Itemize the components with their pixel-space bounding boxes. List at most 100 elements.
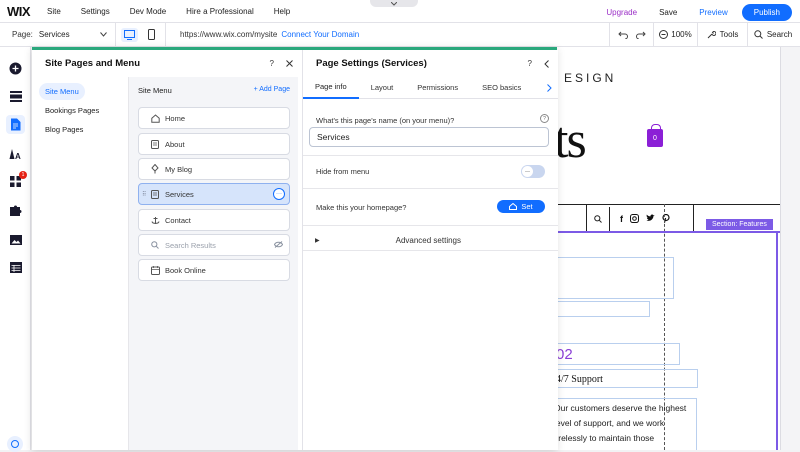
mobile-view-button[interactable] [143, 28, 160, 42]
nav-site-menu[interactable]: Site Menu [39, 83, 85, 100]
set-homepage-button[interactable]: Set [497, 200, 545, 213]
drag-handle-icon[interactable]: ⠿ [142, 191, 146, 198]
page-item-contact[interactable]: Contact [138, 209, 290, 231]
tools-label: Tools [719, 30, 739, 39]
help-button[interactable]: ? [270, 59, 274, 68]
site-menu-heading: Site Menu [138, 86, 172, 95]
page-item-about[interactable]: About [138, 133, 290, 155]
chevron-right-icon[interactable] [547, 83, 552, 92]
hide-from-menu-toggle[interactable]: — [521, 165, 545, 178]
site-menu-list: Site Menu + Add Page Home About My Blog … [128, 77, 298, 450]
site-search-button[interactable] [586, 207, 610, 231]
cart-icon[interactable]: 0 [647, 124, 663, 147]
more-actions-button[interactable]: ··· [273, 188, 285, 200]
site-url: https://www.wix.com/mysite [180, 30, 278, 39]
site-page: ESIGN ts 0 f Section: Features 02 4/7 Su… [556, 47, 780, 450]
advanced-settings-toggle[interactable]: ▶ Advanced settings [303, 230, 558, 250]
collapse-tab[interactable] [370, 0, 418, 7]
twitter-icon[interactable] [646, 214, 655, 222]
page-info-form: What's this page's name (on your menu)? … [303, 99, 558, 450]
editor-canvas[interactable]: ESIGN ts 0 f Section: Features 02 4/7 Su… [556, 47, 800, 450]
puzzle-icon [9, 205, 21, 216]
add-elements-button[interactable] [8, 61, 23, 76]
media-button[interactable] [8, 232, 23, 247]
page-name-question: What's this page's name (on your menu)? [316, 116, 455, 125]
tab-permissions[interactable]: Permissions [405, 77, 470, 99]
page-item-search-results[interactable]: Search Results [138, 234, 290, 256]
nav-blog-pages[interactable]: Blog Pages [39, 121, 89, 138]
menu-hire-professional[interactable]: Hire a Professional [186, 7, 254, 16]
add-page-button[interactable]: + Add Page [254, 86, 290, 93]
page-icon [148, 139, 162, 149]
search-label: Search [766, 30, 793, 39]
menu-site[interactable]: Site [47, 7, 61, 16]
placeholder-box-1[interactable] [556, 257, 674, 299]
canvas-gutter [780, 47, 800, 450]
design-icon: A [9, 148, 21, 160]
apps-button[interactable]: 1 [8, 171, 27, 189]
plus-circle-icon [9, 62, 22, 75]
business-button[interactable] [8, 203, 23, 218]
add-section-button[interactable] [8, 89, 23, 104]
pages-icon [11, 118, 21, 131]
page-item-label: Book Online [165, 265, 206, 275]
page-selector[interactable]: Page: Services [12, 22, 116, 47]
publish-button[interactable]: Publish [741, 4, 792, 21]
feature-number: 02 [556, 346, 573, 363]
undo-icon[interactable] [617, 31, 628, 39]
caret-right-icon: ▶ [315, 237, 320, 244]
desktop-view-button[interactable] [121, 27, 138, 42]
divider [303, 155, 558, 156]
zoom-control[interactable]: 100% [654, 22, 698, 47]
undo-redo [610, 22, 654, 47]
tab-layout[interactable]: Layout [359, 77, 406, 99]
page-settings-title: Page Settings (Services) [316, 58, 427, 69]
wix-logo[interactable]: WIX [7, 4, 47, 19]
page-name-input[interactable]: Services [309, 127, 549, 147]
cms-button[interactable] [8, 260, 23, 275]
menu-help[interactable]: Help [274, 7, 290, 16]
page-item-book-online[interactable]: Book Online [138, 259, 290, 281]
pages-category-nav: Site Menu Bookings Pages Blog Pages [32, 77, 128, 450]
site-pages-panel: Site Pages and Menu ? Site Menu Bookings… [32, 47, 558, 450]
tab-page-info[interactable]: Page info [303, 77, 359, 99]
toggle-knob: — [522, 166, 533, 177]
upgrade-link[interactable]: Upgrade [606, 8, 637, 17]
search-icon [754, 30, 763, 39]
top-menu: Site Settings Dev Mode Hire a Profession… [47, 7, 310, 16]
social-links: f [620, 214, 670, 224]
page-item-home[interactable]: Home [138, 107, 290, 129]
page-item-label: Contact [165, 215, 191, 225]
pages-menu-button[interactable] [6, 115, 25, 134]
page-item-my-blog[interactable]: My Blog [138, 158, 290, 180]
save-button[interactable]: Save [659, 8, 677, 17]
section-features-tag[interactable]: Section: Features [706, 219, 773, 230]
redo-icon[interactable] [635, 31, 646, 39]
preview-button[interactable]: Preview [699, 8, 727, 17]
tools-button[interactable]: Tools [698, 22, 748, 47]
connect-domain-link[interactable]: Connect Your Domain [281, 30, 359, 39]
site-nav-icons: f [586, 207, 696, 231]
site-logo-text: ts [556, 112, 587, 169]
info-icon[interactable]: ? [540, 114, 549, 123]
tab-seo-basics[interactable]: SEO basics [470, 77, 533, 99]
page-item-label: My Blog [165, 164, 193, 174]
settings-help-button[interactable]: ? [528, 59, 532, 68]
divider [303, 250, 558, 251]
heading-box[interactable] [556, 343, 680, 365]
instagram-icon[interactable] [630, 214, 639, 223]
menu-settings[interactable]: Settings [81, 7, 110, 16]
nav-bookings-pages[interactable]: Bookings Pages [39, 102, 105, 119]
page-item-services[interactable]: ⠿ Services ··· [138, 183, 290, 205]
panel-header: Site Pages and Menu ? [32, 50, 302, 77]
placeholder-box-2[interactable] [556, 301, 650, 317]
facebook-icon[interactable]: f [620, 214, 623, 224]
cart-count: 0 [653, 134, 657, 142]
design-button[interactable]: A [8, 146, 23, 161]
chevron-left-icon[interactable] [544, 59, 549, 68]
page-item-label: Search Results [165, 240, 216, 250]
question-icon [11, 440, 19, 448]
menu-dev-mode[interactable]: Dev Mode [130, 7, 166, 16]
close-icon[interactable] [286, 60, 293, 67]
search-button[interactable]: Search [748, 23, 798, 47]
